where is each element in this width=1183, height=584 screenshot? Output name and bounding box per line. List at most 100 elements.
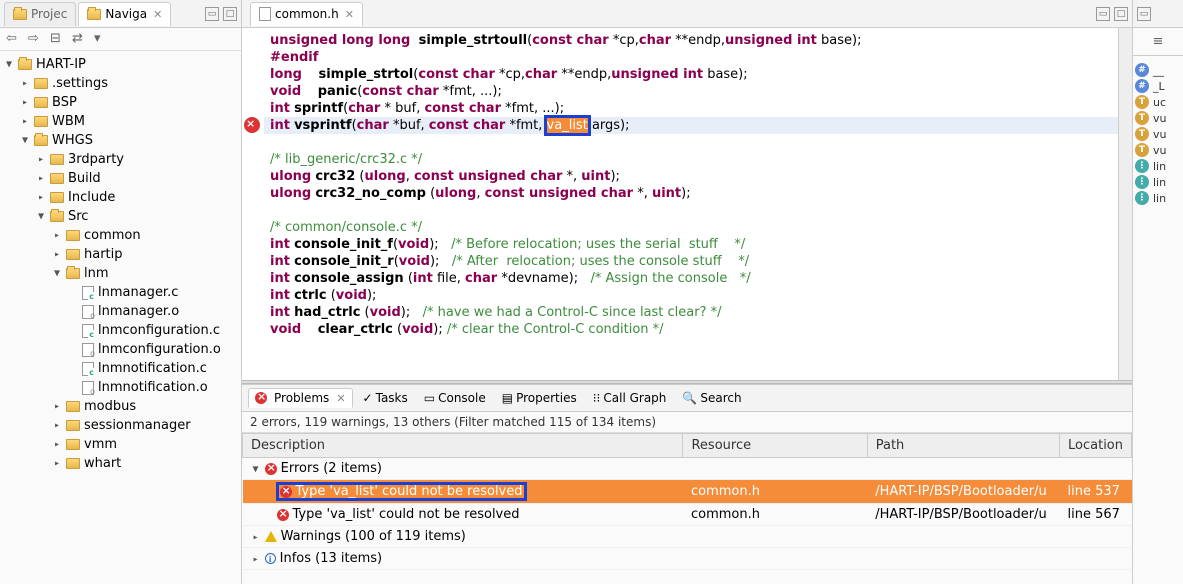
tree-file[interactable]: lnmanager.o: [0, 302, 241, 321]
code-line[interactable]: int console_init_r(void); /* After reloc…: [264, 253, 1132, 270]
back-icon[interactable]: ⇦: [6, 31, 22, 47]
tab-console[interactable]: ▭ Console: [418, 389, 492, 407]
sort-icon[interactable]: ≡: [1153, 34, 1164, 49]
tree-folder[interactable]: ▸Build: [0, 169, 241, 188]
maximize-icon[interactable]: □: [1114, 7, 1128, 21]
outline-item[interactable]: ⋮lin: [1135, 158, 1181, 174]
outline-list[interactable]: #__#_LTucTvuTvuTvu⋮lin⋮lin⋮lin: [1133, 56, 1183, 212]
tree-file[interactable]: lnmconfiguration.c: [0, 321, 241, 340]
tree-folder[interactable]: ▸modbus: [0, 397, 241, 416]
code-line[interactable]: void clear_ctrlc (void); /* clear the Co…: [264, 321, 1132, 338]
warnings-group-header[interactable]: ▸ Warnings (100 of 119 items): [243, 526, 1132, 548]
link-icon[interactable]: ⇄: [72, 31, 88, 47]
outline-item[interactable]: Tuc: [1135, 94, 1181, 110]
tree-folder[interactable]: ▸3rdparty: [0, 150, 241, 169]
project-explorer-tab[interactable]: Projec: [4, 2, 76, 26]
tab-call-graph[interactable]: ⁝⁝ Call Graph: [587, 389, 673, 407]
navigator-toolbar: ⇦ ⇨ ⊟ ⇄ ▾: [0, 28, 241, 51]
code-line[interactable]: /* common/console.c */: [264, 219, 1132, 236]
code-line[interactable]: long simple_strtol(const char *cp,char *…: [264, 66, 1132, 83]
tree-root[interactable]: ▼HART-IP: [0, 55, 241, 74]
tree-folder[interactable]: ▼lnm: [0, 264, 241, 283]
errors-group-header[interactable]: ▼ Errors (2 items): [243, 458, 1132, 480]
editor-pane: common.h ✕ ▭ □ unsigned long long simple…: [242, 0, 1133, 584]
col-resource[interactable]: Resource: [683, 434, 867, 458]
tab-properties[interactable]: ▤ Properties: [496, 389, 583, 407]
tab-search[interactable]: 🔍 Search: [676, 389, 747, 407]
close-icon[interactable]: ✕: [345, 8, 354, 21]
error-icon: [255, 392, 267, 404]
left-tab-bar: Projec Naviga ✕ ▭ □: [0, 0, 241, 28]
outline-pane: ▭ ≡ #__#_LTucTvuTvuTvu⋮lin⋮lin⋮lin: [1133, 0, 1183, 584]
tree-folder[interactable]: ▸WBM: [0, 112, 241, 131]
tree-file[interactable]: lnmconfiguration.o: [0, 340, 241, 359]
error-marker[interactable]: [244, 117, 260, 133]
tab-tasks[interactable]: ✓ Tasks: [357, 389, 414, 407]
code-line[interactable]: int console_init_f(void); /* Before relo…: [264, 236, 1132, 253]
outline-item[interactable]: ⋮lin: [1135, 174, 1181, 190]
outline-item[interactable]: Tvu: [1135, 142, 1181, 158]
tree-file[interactable]: lnmnotification.o: [0, 378, 241, 397]
tree-file[interactable]: lnmanager.c: [0, 283, 241, 302]
tab-problems[interactable]: Problems✕: [248, 388, 353, 408]
code-line[interactable]: int had_ctrlc (void); /* have we had a C…: [264, 304, 1132, 321]
tree-folder[interactable]: ▸vmm: [0, 435, 241, 454]
minimize-icon[interactable]: ▭: [1096, 7, 1110, 21]
code-line[interactable]: #endif: [264, 49, 1132, 66]
editor-tab-bar: common.h ✕ ▭ □: [242, 0, 1132, 28]
tree-folder[interactable]: ▸common: [0, 226, 241, 245]
navigator-tab[interactable]: Naviga ✕: [78, 2, 171, 26]
code-line[interactable]: /* lib_generic/crc32.c */: [264, 151, 1132, 168]
code-line[interactable]: ulong crc32_no_comp (ulong, const unsign…: [264, 185, 1132, 202]
code-line[interactable]: void panic(const char *fmt, ...);: [264, 83, 1132, 100]
tree-folder[interactable]: ▸Include: [0, 188, 241, 207]
vertical-scrollbar[interactable]: [1118, 28, 1132, 380]
code-line[interactable]: [264, 202, 1132, 219]
code-line[interactable]: unsigned long long simple_strtoull(const…: [264, 32, 1132, 49]
code-line[interactable]: int sprintf(char * buf, const char *fmt,…: [264, 100, 1132, 117]
folder-icon: [87, 9, 101, 20]
col-description[interactable]: Description: [243, 434, 683, 458]
code-line[interactable]: [264, 134, 1132, 151]
view-controls: ▭ □: [1096, 7, 1132, 21]
tree-file[interactable]: lnmnotification.c: [0, 359, 241, 378]
outline-item[interactable]: Tvu: [1135, 110, 1181, 126]
problem-row[interactable]: Type 'va_list' could not be resolvedcomm…: [243, 480, 1132, 504]
editor-tab-common-h[interactable]: common.h ✕: [250, 2, 363, 26]
minimize-icon[interactable]: ▭: [1137, 7, 1151, 21]
navigator-pane: Projec Naviga ✕ ▭ □ ⇦ ⇨ ⊟ ⇄ ▾ ▼HART-IP▸.…: [0, 0, 242, 584]
code-line[interactable]: ulong crc32 (ulong, const unsigned char …: [264, 168, 1132, 185]
code-line[interactable]: int console_assign (int file, char *devn…: [264, 270, 1132, 287]
forward-icon[interactable]: ⇨: [28, 31, 44, 47]
tree-folder[interactable]: ▸BSP: [0, 93, 241, 112]
col-path[interactable]: Path: [867, 434, 1059, 458]
outline-item[interactable]: #__: [1135, 62, 1181, 78]
tab-label: Call Graph: [603, 391, 666, 405]
source-editor[interactable]: unsigned long long simple_strtoull(const…: [242, 28, 1132, 380]
outline-item[interactable]: Tvu: [1135, 126, 1181, 142]
tree-folder[interactable]: ▸hartip: [0, 245, 241, 264]
problems-view: Problems✕ ✓ Tasks ▭ Console ▤ Properties…: [242, 384, 1132, 584]
code-line[interactable]: int vsprintf(char *buf, const char *fmt,…: [264, 117, 1132, 134]
collapse-icon[interactable]: ⊟: [50, 31, 66, 47]
close-icon[interactable]: ✕: [336, 392, 345, 405]
tree-folder[interactable]: ▸whart: [0, 454, 241, 473]
file-tree[interactable]: ▼HART-IP▸.settings▸BSP▸WBM▼WHGS▸3rdparty…: [0, 51, 241, 584]
tab-label: common.h: [275, 7, 339, 21]
tree-folder[interactable]: ▸.settings: [0, 74, 241, 93]
infos-group-header[interactable]: ▸ iInfos (13 items): [243, 548, 1132, 570]
maximize-icon[interactable]: □: [223, 7, 237, 21]
problems-summary: 2 errors, 119 warnings, 13 others (Filte…: [242, 412, 1132, 433]
outline-item[interactable]: #_L: [1135, 78, 1181, 94]
tree-folder[interactable]: ▸sessionmanager: [0, 416, 241, 435]
problem-row[interactable]: Type 'va_list' could not be resolvedcomm…: [243, 504, 1132, 526]
col-location[interactable]: Location: [1060, 434, 1132, 458]
close-icon[interactable]: ✕: [153, 8, 162, 21]
tree-folder[interactable]: ▼Src: [0, 207, 241, 226]
code-line[interactable]: int ctrlc (void);: [264, 287, 1132, 304]
outline-tab-bar: ▭: [1133, 0, 1183, 28]
outline-item[interactable]: ⋮lin: [1135, 190, 1181, 206]
menu-icon[interactable]: ▾: [94, 31, 110, 47]
tree-folder[interactable]: ▼WHGS: [0, 131, 241, 150]
minimize-icon[interactable]: ▭: [205, 7, 219, 21]
